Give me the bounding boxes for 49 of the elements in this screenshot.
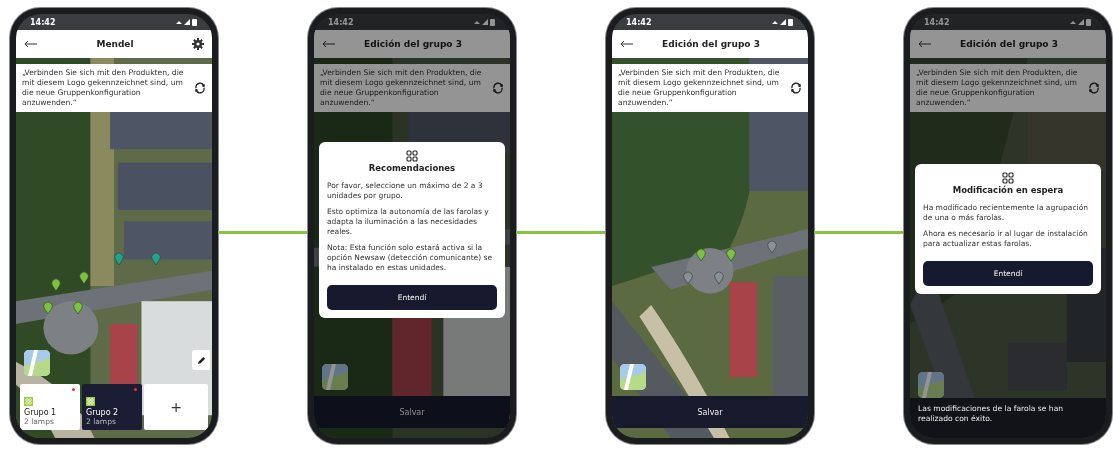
screen-title: Edición del grupo 3 bbox=[363, 39, 463, 49]
group-icon bbox=[24, 397, 33, 406]
dialog-title: Recomendaciones bbox=[368, 163, 456, 173]
group-name: Grupo 2 bbox=[86, 408, 120, 417]
save-button[interactable]: Salvar bbox=[612, 396, 808, 428]
map-layer-button[interactable] bbox=[24, 350, 50, 376]
map-pin-icon[interactable] bbox=[151, 251, 162, 265]
map-pin-icon[interactable] bbox=[72, 301, 83, 315]
map-pin-icon[interactable] bbox=[43, 301, 54, 315]
group-icon bbox=[406, 150, 418, 162]
dialog-title: Modificación en espera bbox=[952, 185, 1064, 195]
status-time: 14:42 bbox=[328, 17, 354, 27]
back-arrow-icon[interactable] bbox=[24, 39, 38, 49]
add-group-button[interactable]: + bbox=[144, 384, 208, 430]
status-bar-icon bbox=[1070, 17, 1092, 27]
refresh-icon[interactable] bbox=[492, 82, 504, 94]
refresh-icon[interactable] bbox=[1088, 82, 1100, 94]
map-pin-icon[interactable] bbox=[725, 248, 736, 261]
status-time: 14:42 bbox=[924, 17, 950, 27]
back-arrow-icon[interactable] bbox=[918, 39, 932, 49]
edit-button[interactable] bbox=[192, 350, 210, 370]
map-pin-icon[interactable] bbox=[696, 248, 707, 261]
map-layer-button[interactable] bbox=[322, 364, 348, 390]
back-arrow-icon[interactable] bbox=[620, 39, 634, 49]
map-layer-button[interactable] bbox=[918, 372, 944, 398]
refresh-icon[interactable] bbox=[790, 82, 802, 94]
group-icon bbox=[86, 397, 95, 406]
group-icon bbox=[1002, 172, 1014, 184]
map-pin-icon[interactable] bbox=[78, 270, 89, 284]
screen-title: Edición del grupo 3 bbox=[959, 39, 1059, 49]
pencil-icon bbox=[196, 355, 206, 365]
map-pin-icon[interactable] bbox=[51, 278, 62, 292]
screen-title: Mendel bbox=[95, 39, 135, 49]
status-time: 14:42 bbox=[626, 17, 652, 27]
refresh-icon[interactable] bbox=[194, 82, 206, 94]
save-button[interactable]: Salvar bbox=[314, 396, 510, 428]
settings-icon[interactable] bbox=[192, 38, 204, 50]
map-pin-icon[interactable] bbox=[682, 270, 693, 284]
status-time: 14:42 bbox=[30, 17, 56, 27]
map-pin-icon[interactable] bbox=[766, 240, 777, 254]
map-pin-icon[interactable] bbox=[114, 251, 124, 265]
screen-title: Edición del grupo 3 bbox=[661, 39, 761, 49]
map-layer-button[interactable] bbox=[620, 364, 646, 390]
status-bar-icon bbox=[474, 17, 496, 27]
status-bar-icon bbox=[176, 17, 198, 27]
group-name: Grupo 1 bbox=[24, 408, 58, 417]
back-arrow-icon[interactable] bbox=[322, 39, 336, 49]
status-bar-icon bbox=[772, 17, 794, 27]
map-pin-icon[interactable] bbox=[713, 270, 724, 284]
